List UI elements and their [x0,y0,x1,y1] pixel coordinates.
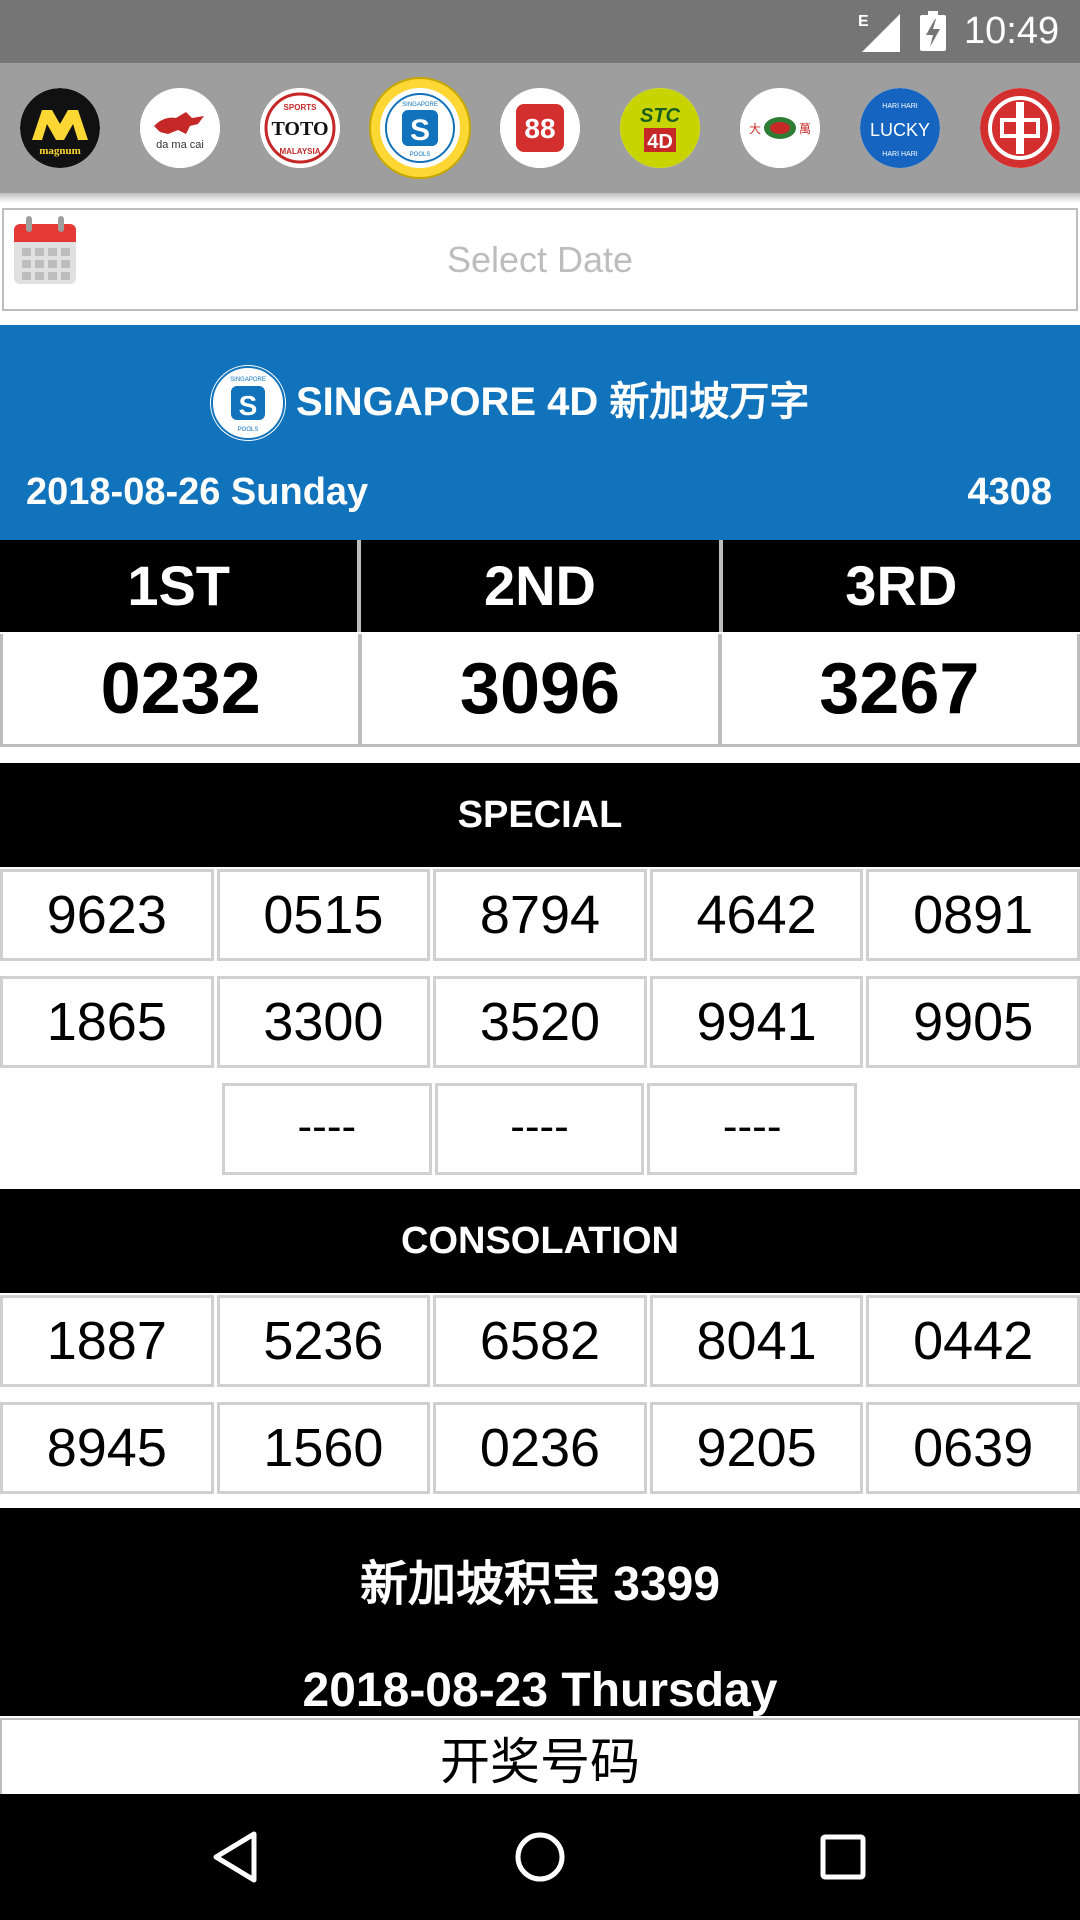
svg-text:S: S [410,114,430,147]
recents-icon[interactable] [808,1822,878,1892]
second-prize-number: 3096 [362,634,718,744]
singapore-pools-logo-icon: S SINGAPORE POOLS [380,88,460,168]
svg-text:MALAYSIA: MALAYSIA [279,147,320,156]
top-prize-headers: 1ST 2ND 3RD [0,540,1080,632]
calendar-icon[interactable] [12,214,78,286]
back-icon[interactable] [202,1822,272,1892]
draw-number: 4308 [967,471,1052,513]
svg-text:TOTO: TOTO [271,118,328,140]
consolation-number: 0639 [866,1402,1080,1494]
third-prize-header: 3RD [722,540,1080,632]
toto-date: 2018-08-23 Thursday [302,1664,778,1717]
consolation-number: 8945 [0,1402,214,1494]
provider-singapore-pools[interactable]: S SINGAPORE POOLS [380,88,460,168]
special-number: 8794 [433,869,647,961]
special-number: 0515 [216,869,431,961]
stc-4d-logo-icon: STC 4D [620,88,700,168]
lucky-hari-hari-logo-icon: LUCKY HARI HARI HARI HARI [860,88,940,168]
svg-text:POOLS: POOLS [410,152,431,158]
lottery-provider-bar: magnum da ma cai SPORTS TOTO MALAYSIA S … [0,63,1080,193]
consolation-number: 0442 [866,1295,1080,1387]
provider-sports-toto[interactable]: SPORTS TOTO MALAYSIA [260,88,340,168]
svg-text:POOLS: POOLS [238,427,259,433]
provider-damacai[interactable]: da ma cai [140,88,220,168]
first-prize-header: 1ST [0,540,358,632]
provider-stc-4d[interactable]: STC 4D [620,88,700,168]
toto-winning-numbers-header: 开奖号码 [0,1718,1080,1794]
svg-text:HARI HARI: HARI HARI [882,103,917,110]
special-row: 9623 0515 8794 4642 0891 [0,869,1080,961]
provider-magnum[interactable]: magnum [20,88,100,168]
consolation-number: 9205 [649,1402,864,1494]
svg-text:E: E [858,13,869,30]
special-section-header: SPECIAL [0,763,1080,867]
svg-text:HARI HARI: HARI HARI [882,151,917,158]
magnum-logo-icon: magnum [20,88,100,168]
svg-text:SPORTS: SPORTS [284,103,318,112]
svg-text:4D: 4D [647,131,673,153]
special-number: 1865 [0,976,214,1068]
special-number: 3300 [216,976,431,1068]
battery-charging-icon [920,11,946,51]
consolation-row: 1887 5236 6582 8041 0442 [0,1295,1080,1387]
status-time: 10:49 [964,10,1060,52]
svg-text:SINGAPORE: SINGAPORE [230,377,266,383]
special-number: 3520 [433,976,647,1068]
svg-text:SINGAPORE: SINGAPORE [402,102,438,108]
svg-text:S: S [239,390,258,421]
draw-header: S SINGAPORE POOLS SINGAPORE 4D 新加坡万字 201… [0,325,1080,540]
status-bar: E 10:49 [0,0,1080,63]
top-prize-values: 0232 3096 3267 [0,634,1080,747]
signal-icon: E [858,13,900,52]
singapore-pools-header-logo: S SINGAPORE POOLS [210,365,286,441]
special-number: 9905 [866,976,1080,1068]
draw-date: 2018-08-26 Sunday [26,471,369,513]
consolation-number: 8041 [649,1295,864,1387]
provider-88[interactable]: 88 [500,88,580,168]
special-row-empty: ---- ---- ---- [222,1083,858,1175]
svg-text:da ma cai: da ma cai [156,139,204,151]
damacai-logo-icon: da ma cai [140,88,220,168]
special-number-empty: ---- [222,1083,432,1175]
svg-text:STC: STC [640,105,681,127]
special-number: 0891 [866,869,1080,961]
consolation-section-header: CONSOLATION [0,1189,1080,1293]
provider-damacai-sabah[interactable]: 大 萬 [740,88,820,168]
second-prize-header: 2ND [361,540,719,632]
draw-title: SINGAPORE 4D 新加坡万字 [296,380,810,424]
consolation-row: 8945 1560 0236 9205 0639 [0,1402,1080,1494]
damacai-sabah-logo-icon: 大 萬 [740,88,820,168]
provider-bar-shadow [0,193,1080,203]
consolation-number: 6582 [433,1295,647,1387]
svg-text:大 萬: 大 萬 [749,122,811,136]
special-number-empty: ---- [647,1083,858,1175]
home-icon[interactable] [505,1822,575,1892]
special-number: 9941 [649,976,864,1068]
sportstoto-logo-icon: SPORTS TOTO MALAYSIA [260,88,340,168]
special-number: 9623 [0,869,214,961]
provider-sandakan[interactable] [980,88,1060,168]
toto-header: 新加坡积宝 3399 2018-08-23 Thursday [0,1508,1080,1717]
sandakan-logo-icon [980,88,1060,168]
consolation-number: 1560 [216,1402,431,1494]
special-number-empty: ---- [434,1083,645,1175]
special-row: 1865 3300 3520 9941 9905 [0,976,1080,1068]
system-navigation-bar [0,1794,1080,1920]
svg-text:magnum: magnum [39,145,81,157]
consolation-number: 5236 [216,1295,431,1387]
svg-text:88: 88 [524,113,555,144]
svg-text:LUCKY: LUCKY [870,120,930,140]
special-number: 4642 [649,869,864,961]
provider-lucky-hari-hari[interactable]: LUCKY HARI HARI HARI HARI [860,88,940,168]
select-date-field[interactable]: Select Date [2,208,1078,311]
consolation-number: 0236 [433,1402,647,1494]
toto-title: 新加坡积宝 3399 [359,1558,721,1611]
select-date-placeholder: Select Date [446,239,634,280]
third-prize-number: 3267 [721,634,1080,744]
consolation-number: 1887 [0,1295,214,1387]
88-logo-icon: 88 [500,88,580,168]
first-prize-number: 0232 [0,634,359,744]
singapore-pools-icon: S SINGAPORE POOLS [211,366,285,440]
